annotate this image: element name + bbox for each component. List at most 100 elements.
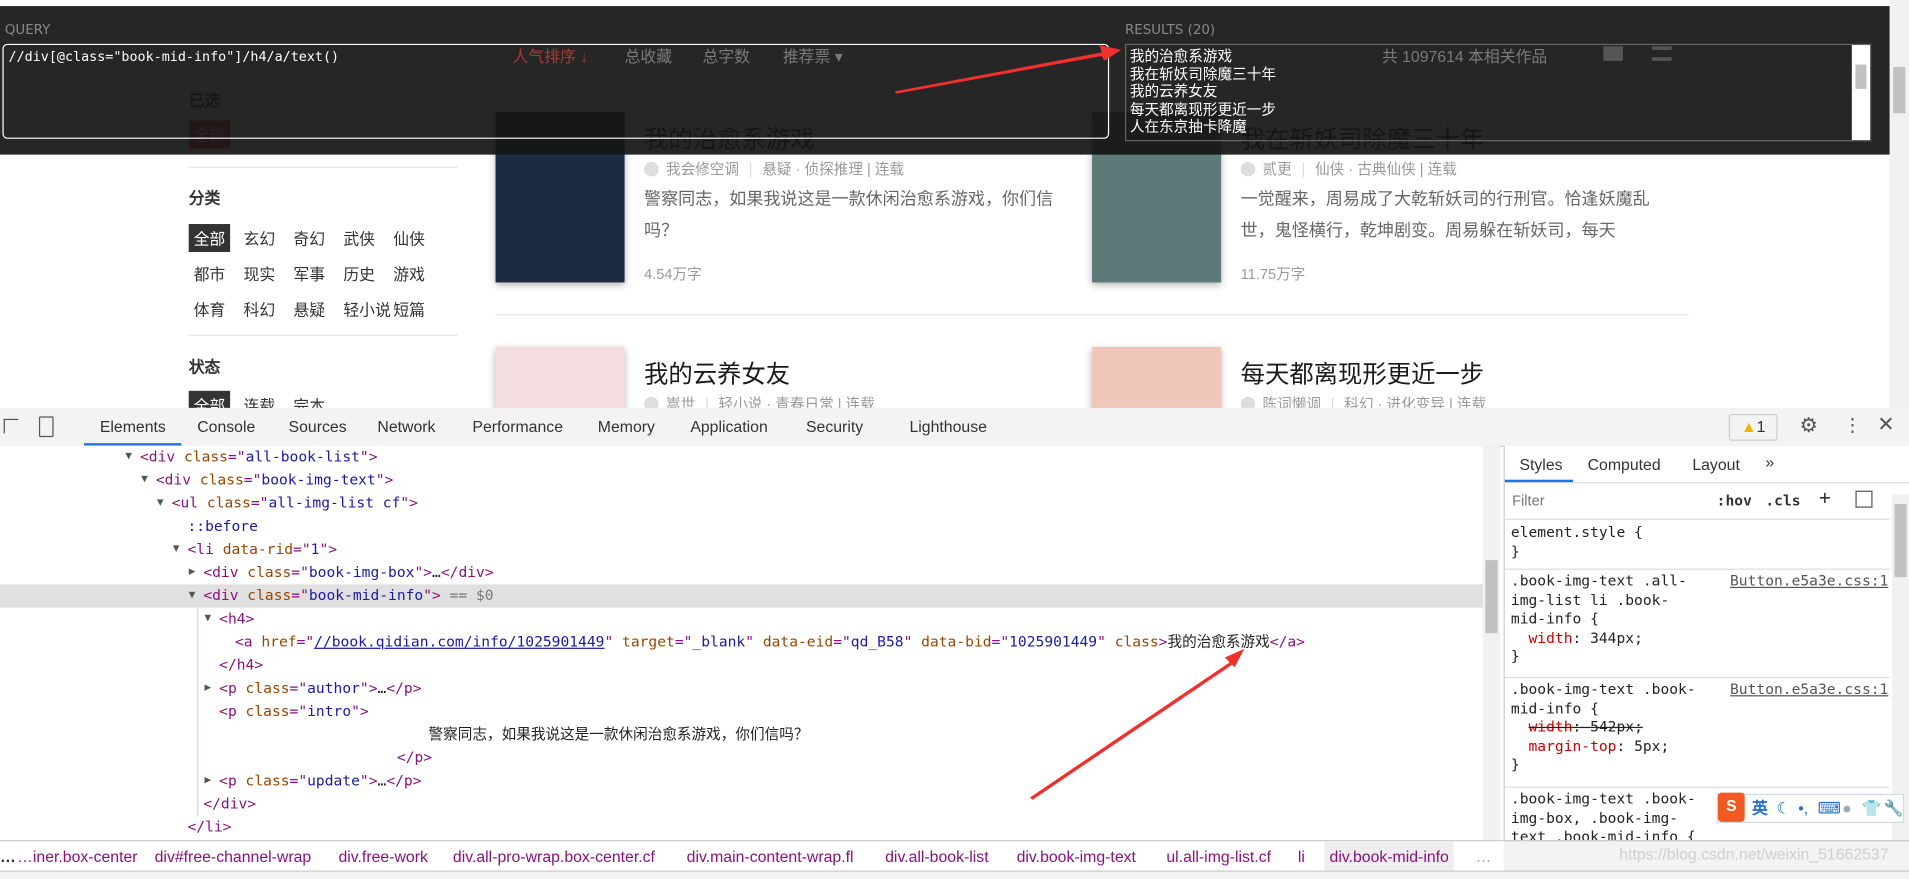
category-tag[interactable]: 短篇 — [388, 295, 429, 323]
collapse-triangle-icon[interactable]: ▶ — [205, 769, 212, 792]
tab-computed[interactable]: Computed — [1588, 455, 1661, 473]
elements-scrollbar[interactable] — [1482, 445, 1500, 841]
tab-sources[interactable]: Sources — [289, 408, 347, 446]
expand-triangle-icon[interactable]: ▼ — [125, 446, 132, 469]
category-tag[interactable]: 仙侠 — [388, 224, 429, 252]
new-rule-icon[interactable]: + — [1819, 486, 1831, 509]
hov-toggle[interactable]: :hov — [1717, 492, 1752, 509]
expand-triangle-icon[interactable]: ▼ — [157, 492, 164, 515]
dom-node-line[interactable]: ▼ <div class="all-book-list"> — [0, 446, 1483, 469]
warning-badge[interactable]: ▲1 — [1728, 413, 1778, 441]
token[interactable]: //book.qidian.com/info/1025901449 — [314, 633, 604, 650]
toggle-sidebar-icon[interactable] — [1855, 490, 1873, 508]
tab-elements[interactable]: Elements — [84, 408, 182, 446]
dom-node-line[interactable]: </div> — [0, 792, 1483, 816]
sort-wordcount[interactable]: 总字数 — [702, 44, 750, 67]
dom-node-line[interactable]: ▼ <li data-rid="1"> — [0, 538, 1483, 561]
category-tag[interactable]: 奇幻 — [289, 224, 330, 252]
keyboard-icon[interactable]: ⌨ — [1818, 795, 1841, 822]
expand-triangle-icon[interactable]: ▼ — [189, 584, 196, 607]
cls-toggle[interactable]: .cls — [1765, 492, 1800, 509]
category-tag[interactable]: 历史 — [338, 259, 379, 287]
list-view-icon[interactable] — [1652, 46, 1672, 61]
dom-node-line[interactable]: </li> — [0, 816, 1483, 839]
book-title[interactable]: 每天都离现形更近一步 — [1241, 354, 1485, 389]
tab-console[interactable]: Console — [197, 408, 255, 446]
tab-application[interactable]: Application — [690, 408, 767, 446]
breadcrumb-item[interactable]: div#free-channel-wrap — [155, 841, 312, 871]
device-toggle-icon[interactable] — [38, 416, 54, 438]
moon-icon[interactable]: ☾ — [1776, 795, 1790, 822]
dom-node-line[interactable]: </h4> — [0, 653, 1483, 677]
dom-node-line[interactable]: </p> — [0, 746, 1483, 770]
category-tag[interactable]: 武侠 — [338, 224, 379, 252]
more-options-icon[interactable]: ⋮ — [1843, 414, 1861, 436]
skin-icon[interactable]: 👕 — [1862, 795, 1882, 822]
tab-layout[interactable]: Layout — [1692, 455, 1740, 473]
sort-recommend[interactable]: 推荐票 ▾ — [783, 44, 843, 67]
breadcrumb-item[interactable]: div.main-content-wrap.fl — [687, 841, 854, 871]
category-tag[interactable]: 军事 — [289, 259, 330, 287]
dom-node-line[interactable]: 警察同志，如果我说这是一款休闲治愈系游戏，你们信吗？ — [0, 723, 1483, 747]
styles-filter-input[interactable] — [1509, 487, 1705, 514]
dom-node-line[interactable]: <a href="//book.qidian.com/info/10259014… — [0, 630, 1483, 654]
breadcrumb-item[interactable]: ul.all-img-list.cf — [1166, 841, 1271, 871]
punctuation-icon[interactable]: •, — [1798, 795, 1808, 822]
dom-node-line[interactable]: ▼ <ul class="all-img-list cf"> — [0, 492, 1483, 515]
inspect-icon[interactable] — [3, 418, 19, 434]
dom-node-line[interactable]: ▼ <div class="book-mid-info"> == $0 — [0, 584, 1483, 608]
breadcrumb-item[interactable]: div.all-book-list — [885, 841, 989, 871]
category-tag[interactable]: 都市 — [189, 259, 230, 287]
rule-2-source-link[interactable]: Button.e5a3e.css:1 — [1730, 681, 1888, 698]
breadcrumb-item[interactable]: div.all-pro-wrap.box-center.cf — [453, 841, 655, 871]
results-scrollbar[interactable] — [1851, 45, 1871, 141]
category-tag[interactable]: 悬疑 — [289, 295, 330, 323]
ime-toolbar[interactable]: S 英 ☾ •, ⌨ ● 👕 🔧 — [1716, 792, 1905, 824]
wrench-icon[interactable]: 🔧 — [1883, 795, 1903, 822]
expand-triangle-icon[interactable]: ▼ — [205, 608, 212, 631]
expand-triangle-icon[interactable]: ▼ — [141, 469, 148, 492]
close-devtools-icon[interactable]: ✕ — [1877, 413, 1894, 437]
category-tag[interactable]: 轻小说 — [338, 295, 395, 323]
breadcrumb-item[interactable]: div.book-mid-info — [1324, 841, 1454, 872]
dom-node-line[interactable]: ▶ <p class="update">…</p> — [0, 769, 1483, 793]
category-tag[interactable]: 玄幻 — [239, 224, 280, 252]
tab-performance[interactable]: Performance — [472, 408, 563, 446]
styles-scrollbar[interactable] — [1891, 494, 1909, 841]
book-author[interactable]: 我会修空调 — [666, 161, 739, 178]
dom-node-line[interactable]: ▼ <div class="book-img-text"> — [0, 469, 1483, 492]
dom-node-line[interactable]: ::before — [0, 515, 1483, 538]
dom-node-line[interactable]: <p class="intro"> — [0, 700, 1483, 724]
category-tag[interactable]: 游戏 — [388, 259, 429, 287]
dom-node-line[interactable]: ▶ <p class="author">…</p> — [0, 676, 1483, 701]
sort-popularity[interactable]: 人气排序 ↓ — [513, 44, 589, 67]
collapse-triangle-icon[interactable]: ▶ — [189, 561, 196, 584]
tab-lighthouse[interactable]: Lighthouse — [909, 408, 986, 446]
tab-memory[interactable]: Memory — [598, 408, 655, 446]
tab-security[interactable]: Security — [806, 408, 863, 446]
more-tabs-icon[interactable]: » — [1765, 453, 1774, 471]
book-author[interactable]: 贰更 — [1263, 161, 1292, 178]
breadcrumb-item[interactable]: li — [1298, 841, 1305, 871]
crumbs-scroll-right[interactable]: … — [1476, 841, 1492, 871]
category-tag[interactable]: 科幻 — [239, 295, 280, 323]
book-title[interactable]: 我的云养女友 — [644, 354, 790, 389]
ime-language[interactable]: 英 — [1752, 795, 1768, 822]
sort-collection[interactable]: 总收藏 — [625, 44, 673, 67]
user-icon[interactable]: ● — [1842, 795, 1852, 822]
breadcrumb-item[interactable]: div.free-work — [338, 841, 427, 871]
collapse-triangle-icon[interactable]: ▶ — [205, 677, 212, 700]
dom-node-line[interactable]: ▶ <div class="book-img-box">…</div> — [0, 561, 1483, 584]
page-scrollbar[interactable] — [1889, 0, 1909, 408]
settings-gear-icon[interactable]: ⚙ — [1799, 414, 1818, 438]
rule-1-source-link[interactable]: Button.e5a3e.css:1 — [1730, 572, 1888, 589]
breadcrumb-item[interactable]: …iner.box-center — [17, 841, 138, 871]
expand-triangle-icon[interactable]: ▼ — [173, 538, 180, 561]
tab-styles[interactable]: Styles — [1519, 455, 1562, 473]
category-tag[interactable]: 全部 — [188, 224, 231, 253]
breadcrumb-item[interactable]: div.book-img-text — [1017, 841, 1136, 871]
crumbs-scroll-left[interactable]: … — [0, 841, 16, 871]
category-tag[interactable]: 现实 — [239, 259, 280, 287]
category-tag[interactable]: 体育 — [189, 295, 230, 323]
dom-node-line[interactable]: ▼ <h4> — [0, 607, 1483, 631]
